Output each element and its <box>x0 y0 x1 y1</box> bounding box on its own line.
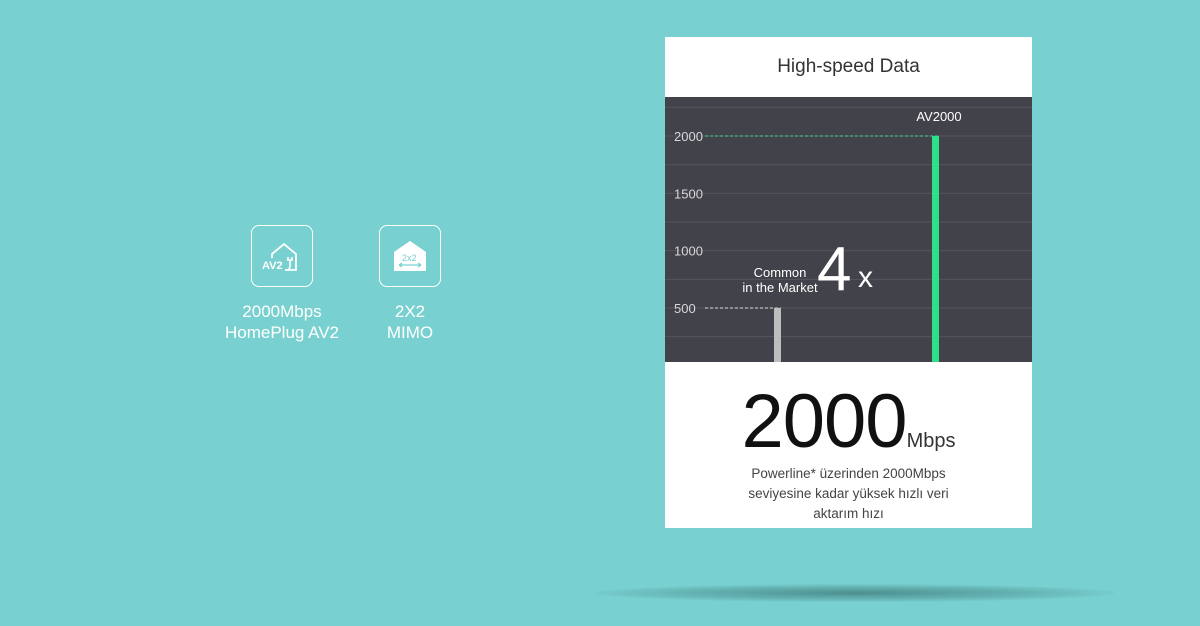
chart-svg: 500 1000 1500 2000 Commonin the Market 4 x AV20… <box>665 106 1032 362</box>
big-number: 2000 <box>741 379 908 464</box>
description-line-2: seviyesine kadar yüksek hızlı veri <box>748 486 949 501</box>
annotation-common: Common <box>754 265 807 280</box>
bar-common-market <box>774 308 781 362</box>
speed-card: High-speed Data 500 1000 1500 2000 Common in … <box>665 37 1032 528</box>
mimo-house-icon: 2x2 <box>379 225 441 287</box>
y-tick-label: 1000 <box>674 244 703 259</box>
feature-mimo: 2x2 2X2 MIMO <box>330 225 490 343</box>
feature-mimo-line1: 2X2 <box>394 302 426 321</box>
description-line-1: Powerline* üzerinden 2000Mbps <box>751 466 946 481</box>
mimo-icon-text: 2x2 <box>402 253 417 263</box>
y-tick-label: 500 <box>674 301 696 316</box>
big-number-row: 2000Mbps <box>665 382 1032 462</box>
description-line-3: aktarım hızı <box>813 506 884 521</box>
big-unit: Mbps <box>906 430 956 452</box>
y-tick-label: 1500 <box>674 186 703 201</box>
bar-av2000 <box>932 136 939 362</box>
av2-icon-text: AV2 <box>262 260 283 272</box>
y-tick-label: 2000 <box>674 129 703 144</box>
card-shadow <box>595 584 1115 602</box>
av2-house-plug-icon: AV2 <box>251 225 313 287</box>
description: Powerline* üzerinden 2000Mbps seviyesine… <box>665 464 1032 524</box>
speed-chart: 500 1000 1500 2000 Common in the Market 4 x AV20… <box>665 97 1032 362</box>
av2000-label: AV2000 <box>916 109 961 124</box>
annotation-in-market: in the Market <box>742 280 818 295</box>
feature-mimo-line2: MIMO <box>386 323 434 342</box>
card-title: High-speed Data <box>777 56 920 77</box>
multiplier-number: 4 <box>817 235 851 304</box>
multiplier-suffix: x <box>858 261 873 294</box>
